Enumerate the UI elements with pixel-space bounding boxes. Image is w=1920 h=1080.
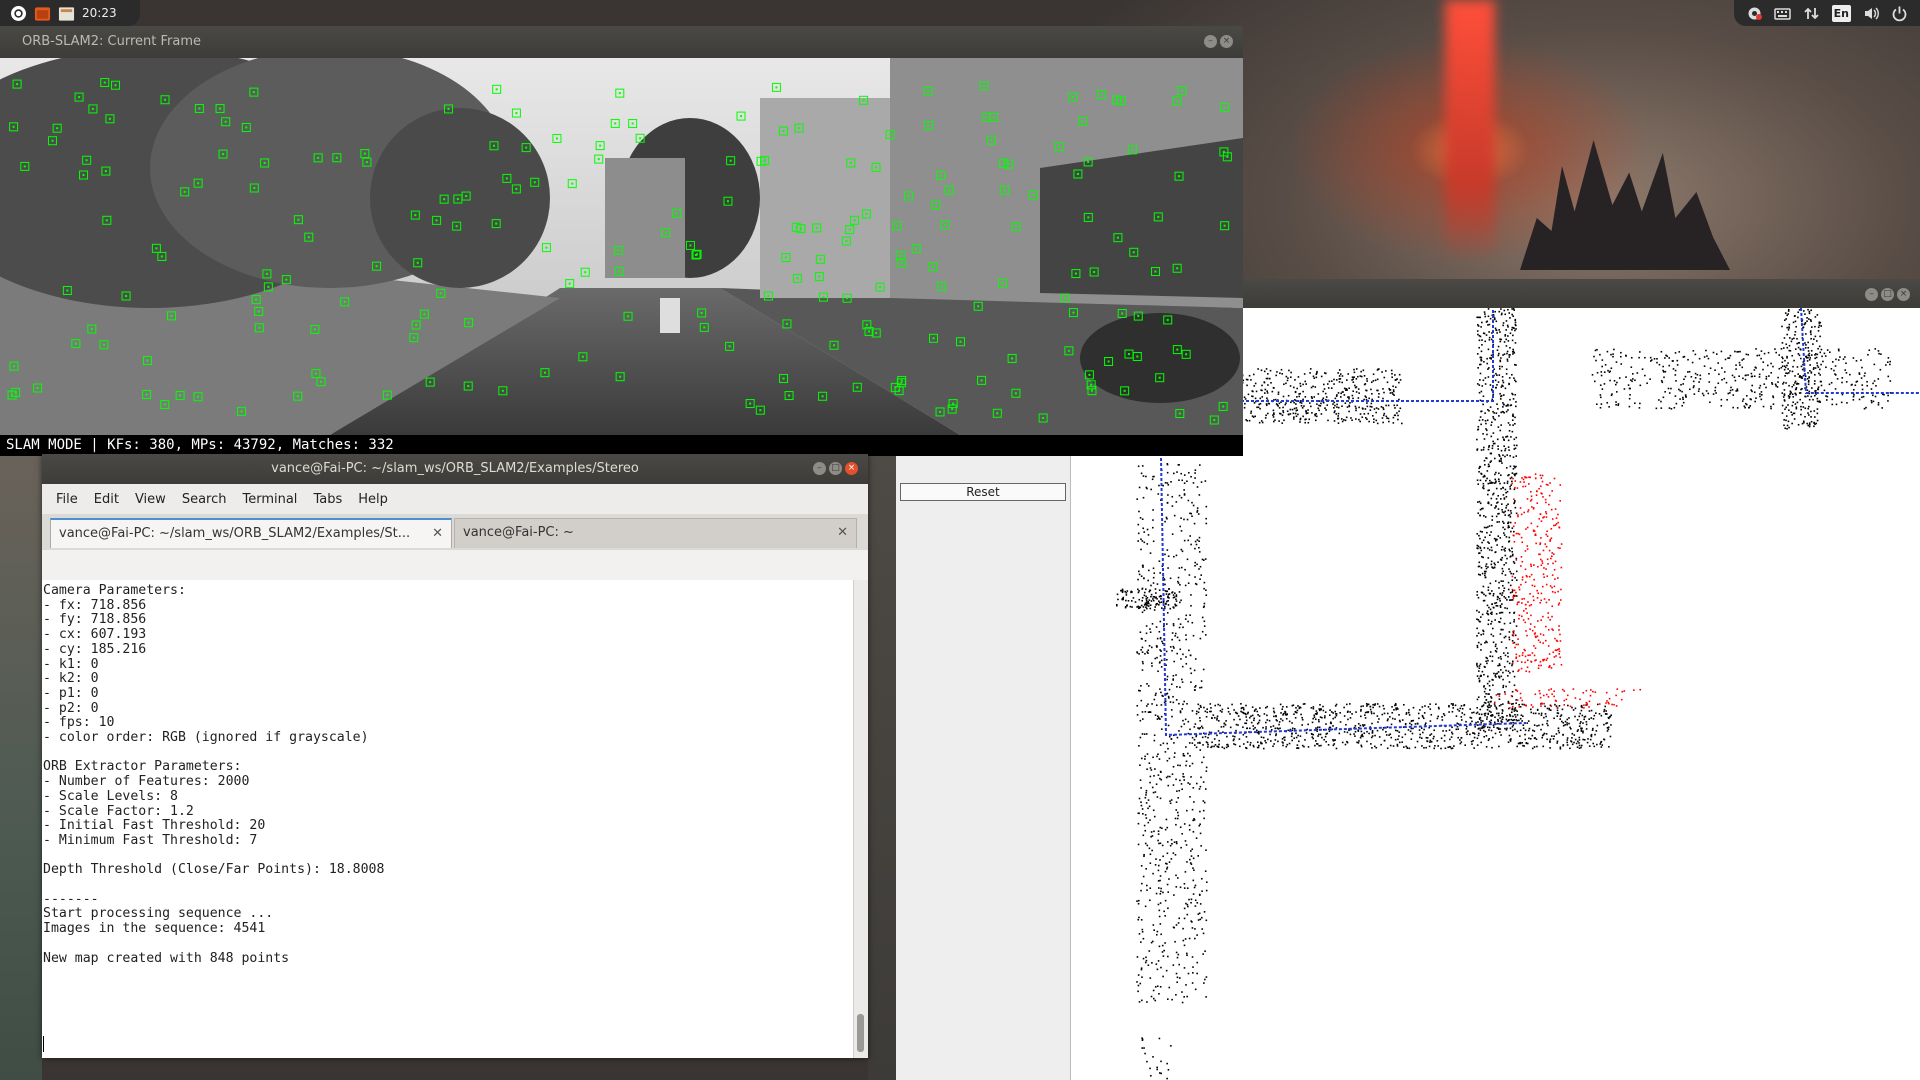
menu-view[interactable]: View [129, 490, 172, 509]
current-frame-title: ORB-SLAM2: Current Frame [22, 34, 202, 49]
top-panel: 20:23 En [0, 0, 1920, 26]
terminal-tab-bar: vance@Fai-PC: ~/slam_ws/ORB_SLAM2/Exampl… [42, 514, 868, 550]
settings-icon[interactable] [1746, 5, 1763, 22]
menu-search[interactable]: Search [176, 490, 233, 509]
menu-edit[interactable]: Edit [88, 490, 125, 509]
minimize-button[interactable]: – [1865, 288, 1878, 301]
wallpaper-left-strip [0, 450, 42, 1080]
close-button[interactable]: × [1220, 35, 1233, 48]
keyboard-icon[interactable] [1774, 5, 1792, 22]
wallpaper-middle-strip [868, 450, 896, 1080]
menu-help[interactable]: Help [352, 490, 394, 509]
wallpaper-light-beam [1445, 0, 1495, 260]
close-button[interactable]: × [1897, 288, 1910, 301]
tab-home[interactable]: vance@Fai-PC: ~ ✕ [454, 518, 857, 548]
minimize-button[interactable]: – [1204, 35, 1217, 48]
terminal-titlebar[interactable]: vance@Fai-PC: ~/slam_ws/ORB_SLAM2/Exampl… [42, 454, 868, 484]
frame-window-controls: – × [1204, 35, 1233, 48]
terminal-menubar: File Edit View Search Terminal Tabs Help [42, 484, 868, 514]
close-tab-icon[interactable]: ✕ [837, 519, 848, 547]
files-app-icon[interactable] [58, 5, 75, 22]
menu-terminal[interactable]: Terminal [236, 490, 303, 509]
panel-clock[interactable]: 20:23 [82, 6, 117, 20]
slam-status-bar: SLAM MODE | KFs: 380, MPs: 43792, Matche… [0, 435, 1243, 456]
tab-label: vance@Fai-PC: ~/slam_ws/ORB_SLAM2/Exampl… [59, 526, 411, 541]
current-frame-titlebar[interactable]: ORB-SLAM2: Current Frame – × [0, 26, 1243, 58]
terminal-line: New map created with 848 points [43, 950, 290, 966]
tab-label: vance@Fai-PC: ~ [463, 525, 574, 540]
panel-left: 20:23 [0, 0, 140, 26]
network-icon[interactable] [1803, 5, 1820, 22]
text-cursor [43, 1036, 44, 1052]
camera-frame-image [0, 58, 1243, 435]
close-tab-icon[interactable]: ✕ [432, 520, 443, 548]
volume-icon[interactable] [1863, 5, 1880, 22]
terminal-app-icon[interactable] [34, 5, 51, 22]
terminal-line: - color order: RGB (ignored if grayscale… [43, 730, 369, 745]
close-button[interactable]: × [845, 462, 858, 475]
terminal-window: vance@Fai-PC: ~/slam_ws/ORB_SLAM2/Exampl… [42, 454, 868, 1058]
terminal-scrollbar[interactable] [853, 580, 868, 1058]
map-window-controls: – □ × [1865, 288, 1910, 301]
terminal-title: vance@Fai-PC: ~/slam_ws/ORB_SLAM2/Exampl… [271, 461, 639, 476]
current-frame-window: ORB-SLAM2: Current Frame – × SLAM MODE |… [0, 26, 1243, 456]
panel-right: En [1734, 0, 1920, 26]
ubuntu-logo-icon[interactable] [10, 5, 27, 22]
terminal-line: Images in the sequence: 4541 [43, 921, 266, 937]
minimize-button[interactable]: – [813, 462, 826, 475]
reset-button[interactable]: Reset [900, 483, 1066, 501]
scrollbar-thumb[interactable] [857, 1014, 864, 1052]
maximize-button[interactable]: □ [1881, 288, 1894, 301]
terminal-line: Depth Threshold (Close/Far Points): 18.8… [43, 862, 385, 878]
tab-stereo[interactable]: vance@Fai-PC: ~/slam_ws/ORB_SLAM2/Exampl… [50, 518, 452, 548]
orb-keypoints-overlay [7, 78, 1232, 425]
language-icon[interactable]: En [1831, 4, 1851, 22]
maximize-button[interactable]: □ [829, 462, 842, 475]
terminal-window-controls: – □ × [813, 462, 858, 475]
power-icon[interactable] [1891, 5, 1908, 22]
menu-tabs[interactable]: Tabs [307, 490, 348, 509]
terminal-output[interactable]: Camera Parameters: - fx: 718.856- fy: 718… [42, 580, 854, 1058]
terminal-line: - Minimum Fast Threshold: 7 [43, 832, 258, 848]
menu-file[interactable]: File [50, 490, 84, 509]
